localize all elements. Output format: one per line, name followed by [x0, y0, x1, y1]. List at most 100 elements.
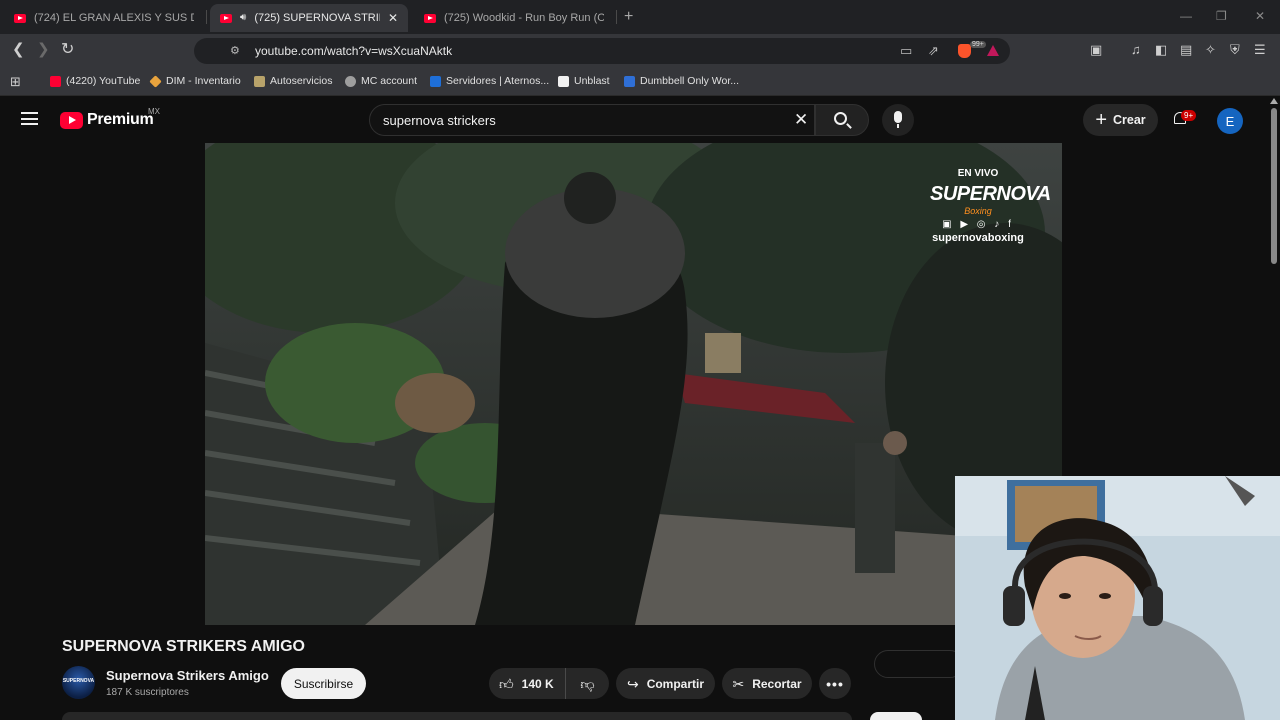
sidepanel-icon[interactable]: ▣ [1090, 42, 1102, 58]
webcam-image [955, 476, 1280, 720]
bookmark-label: (4220) YouTube [66, 75, 141, 87]
guide-menu-icon[interactable] [21, 112, 38, 125]
country-code: MX [148, 107, 160, 116]
watermark-brand: SUPERNOVA [930, 183, 1051, 205]
browser-tab[interactable]: (724) EL GRAN ALEXIS Y SUS DUROS [4, 4, 204, 32]
reload-icon[interactable]: ↻ [61, 42, 74, 58]
thumbs-up-icon: 👍︎ [499, 675, 514, 692]
bookmark-item[interactable]: (4220) YouTube [50, 75, 140, 87]
voice-search-button[interactable] [882, 104, 914, 136]
bookmark-item[interactable]: MC account [345, 75, 417, 87]
share-label: Compartir [646, 676, 705, 691]
leo-ai-icon[interactable]: ✧ [1205, 42, 1216, 58]
webcam-overlay [955, 476, 1280, 720]
scroll-up-icon[interactable] [1270, 98, 1278, 104]
microphone-icon [894, 111, 902, 128]
share-button[interactable]: ↪ Compartir [616, 668, 715, 699]
sidebar-icon[interactable]: ◧ [1155, 42, 1167, 58]
more-actions-button[interactable]: ••• [819, 668, 851, 699]
filter-chip-selected[interactable] [870, 712, 922, 720]
share-page-icon[interactable]: ⇗ [928, 44, 939, 58]
browser-tab-active[interactable]: 🔊︎ (725) SUPERNOVA STRIKERS ✕ [210, 4, 408, 32]
back-icon[interactable]: ❮ [12, 42, 25, 58]
bookmark-item[interactable]: Unblast [558, 75, 610, 87]
watermark-handle: supernovaboxing [932, 232, 1024, 244]
bookmark-item[interactable]: Dumbbell Only Wor... [624, 75, 739, 87]
youtube-premium-logo[interactable]: Premium [60, 111, 154, 129]
address-bar[interactable]: ⚙ youtube.com/watch?v=wsXcuaNAktk ▭ ⇗ 99… [194, 38, 1010, 64]
vpn-shield-icon[interactable]: ⛨ [1230, 42, 1240, 58]
bookmark-item[interactable]: DIM - Inventario [149, 74, 241, 88]
brave-rewards-icon[interactable] [987, 45, 999, 56]
scissors-icon: ✂ [732, 675, 745, 692]
channel-avatar-text: SUPERNOVA [62, 678, 95, 684]
channel-name[interactable]: Supernova Strikers Amigo [106, 668, 269, 683]
youtube-logo-icon [60, 111, 83, 129]
new-tab-icon[interactable]: + [624, 8, 633, 26]
create-button[interactable]: + Crear [1083, 104, 1158, 136]
thumbs-down-icon: 👎︎ [580, 675, 595, 692]
clear-search-icon[interactable]: ✕ [794, 111, 808, 129]
wallet-icon[interactable]: ▤ [1180, 42, 1192, 58]
like-button[interactable]: 👍︎ 140 K [489, 668, 566, 699]
shields-count-badge: 99+ [970, 41, 986, 48]
dislike-button[interactable]: 👎︎ [566, 668, 609, 699]
minimize-icon[interactable]: — [1180, 9, 1192, 23]
filter-chip[interactable] [874, 650, 964, 678]
speaker-icon: 🔊︎ [240, 12, 247, 23]
clip-label: Recortar [752, 676, 802, 691]
maximize-icon[interactable]: ❐ [1216, 9, 1227, 23]
close-window-icon[interactable]: ✕ [1255, 9, 1265, 23]
bookmark-label: Autoservicios [270, 75, 333, 87]
menu-icon[interactable]: ☰ [1254, 42, 1266, 58]
close-tab-icon[interactable]: ✕ [388, 11, 398, 25]
account-avatar[interactable]: E [1217, 108, 1243, 134]
cast-icon[interactable]: ▭ [900, 44, 912, 58]
like-dislike-group: 👍︎ 140 K 👎︎ [489, 668, 609, 699]
subscriber-count: 187 K suscriptores [106, 687, 189, 698]
bookmark-label: Servidores | Aternos... [446, 75, 550, 87]
youtube-icon [50, 75, 61, 87]
bookmark-label: Unblast [574, 75, 610, 87]
forward-icon[interactable]: ❯ [37, 42, 50, 58]
youtube-favicon-icon [220, 13, 232, 23]
brave-shields-icon[interactable] [958, 44, 971, 58]
search-button[interactable] [815, 104, 869, 136]
live-label: EN VIVO [957, 168, 999, 179]
plus-icon: + [1095, 109, 1107, 131]
url-text: youtube.com/watch?v=wsXcuaNAktk [255, 44, 453, 58]
tab-title: (725) Woodkid - Run Boy Run (Offici [444, 12, 604, 24]
bookmarks-bar: ⊞ (4220) YouTube DIM - Inventario Autose… [0, 68, 1280, 96]
logo-text: Premium [87, 111, 154, 128]
search-input[interactable]: supernova strickers ✕ [369, 104, 815, 136]
media-icon[interactable]: ♫ [1131, 42, 1141, 57]
apps-grid-icon[interactable]: ⊞ [10, 74, 21, 90]
globe-icon [345, 75, 356, 87]
tab-title: (724) EL GRAN ALEXIS Y SUS DUROS [34, 12, 194, 24]
building-icon [254, 75, 265, 87]
tab-separator [206, 10, 207, 24]
channel-avatar[interactable]: SUPERNOVA [62, 666, 95, 699]
notification-count-badge: 9+ [1181, 110, 1197, 121]
bookmark-label: Dumbbell Only Wor... [640, 75, 740, 87]
social-icons: ▣ ▶ ◎ ♪ f [942, 219, 1014, 230]
site-settings-icon[interactable]: ⚙ [230, 44, 240, 58]
watermark-sub: Boxing [964, 206, 992, 216]
navigation-bar: ❮ ❯ ↻ ⛉ ⚙ youtube.com/watch?v=wsXcuaNAkt… [0, 34, 1280, 68]
bookmark-item[interactable]: Servidores | Aternos... [430, 75, 549, 87]
description-box[interactable] [62, 712, 852, 720]
youtube-masthead: Premium MX supernova strickers ✕ + Crear… [0, 96, 1268, 143]
scroll-thumb[interactable] [1271, 108, 1277, 264]
browser-tab[interactable]: (725) Woodkid - Run Boy Run (Offici [414, 4, 614, 32]
subscribe-button[interactable]: Suscribirse [281, 668, 366, 699]
bookmark-label: MC account [361, 75, 418, 87]
more-icon: ••• [826, 675, 844, 692]
tab-title: (725) SUPERNOVA STRIKERS [254, 12, 380, 24]
create-label: Crear [1113, 113, 1146, 127]
search-icon [834, 112, 847, 125]
bookmark-item[interactable]: Autoservicios [254, 75, 332, 87]
clip-button[interactable]: ✂ Recortar [722, 668, 812, 699]
video-title: SUPERNOVA STRIKERS AMIGO [62, 638, 305, 655]
tab-separator [616, 10, 617, 24]
browser-tab-strip: (724) EL GRAN ALEXIS Y SUS DUROS 🔊︎ (725… [0, 0, 1280, 34]
